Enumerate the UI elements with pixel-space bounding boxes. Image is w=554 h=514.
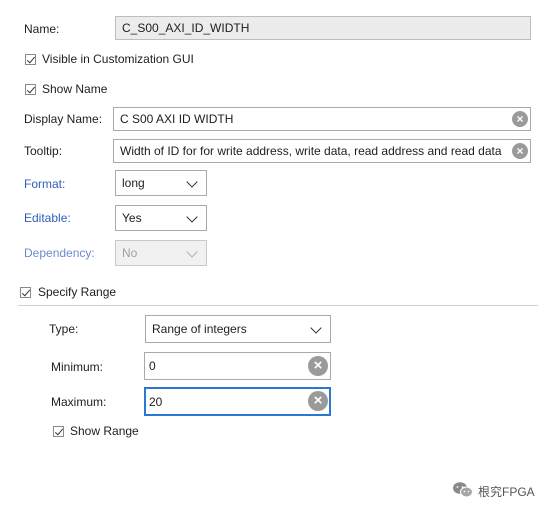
chevron-down-icon	[186, 211, 198, 223]
minimum-value: 0	[149, 359, 156, 373]
dependency-label[interactable]: Dependency:	[24, 246, 95, 260]
clear-tooltip-icon[interactable]: ×	[512, 143, 528, 159]
display-name-value: C S00 AXI ID WIDTH	[120, 112, 234, 126]
editable-dropdown[interactable]: Yes	[115, 205, 207, 231]
range-type-dropdown[interactable]: Range of integers	[145, 315, 331, 343]
check-icon	[26, 54, 36, 64]
maximum-value: 20	[149, 394, 163, 409]
chevron-down-icon	[310, 322, 322, 334]
minimum-label: Minimum:	[51, 360, 104, 374]
tooltip-value: Width of ID for for write address, write…	[120, 144, 502, 158]
display-name-label: Display Name:	[24, 112, 103, 126]
visible-in-gui-label[interactable]: Visible in Customization GUI	[42, 52, 194, 66]
editable-label[interactable]: Editable:	[24, 211, 71, 225]
tooltip-label: Tooltip:	[24, 144, 63, 158]
chevron-down-icon	[186, 176, 198, 188]
minimum-field[interactable]: 0	[144, 352, 331, 380]
specify-range-checkbox[interactable]	[20, 287, 31, 298]
dependency-dropdown: No	[115, 240, 207, 266]
specify-range-label[interactable]: Specify Range	[38, 285, 116, 299]
name-value: C_S00_AXI_ID_WIDTH	[122, 21, 250, 35]
show-range-checkbox[interactable]	[53, 426, 64, 437]
format-dropdown[interactable]: long	[115, 170, 207, 196]
name-label: Name:	[24, 22, 60, 36]
chevron-down-icon	[186, 246, 198, 258]
wechat-icon	[453, 482, 473, 498]
clear-display-name-icon[interactable]: ×	[512, 111, 528, 127]
show-name-label[interactable]: Show Name	[42, 82, 107, 96]
visible-in-gui-checkbox[interactable]	[25, 54, 36, 65]
check-icon	[54, 426, 64, 436]
watermark-text: 根究FPGA	[478, 485, 535, 499]
display-name-field[interactable]: C S00 AXI ID WIDTH	[113, 107, 531, 131]
dependency-value: No	[122, 246, 138, 260]
editable-value: Yes	[122, 211, 142, 225]
range-separator	[18, 305, 538, 306]
show-range-label[interactable]: Show Range	[70, 424, 139, 438]
range-type-value: Range of integers	[152, 322, 247, 336]
clear-minimum-icon[interactable]: ×	[308, 356, 328, 376]
range-type-label: Type:	[49, 322, 79, 336]
format-label[interactable]: Format:	[24, 177, 65, 191]
clear-maximum-icon[interactable]: ×	[308, 391, 328, 411]
check-icon	[21, 287, 31, 297]
show-name-checkbox[interactable]	[25, 84, 36, 95]
format-value: long	[122, 176, 145, 190]
tooltip-field[interactable]: Width of ID for for write address, write…	[113, 139, 531, 163]
maximum-label: Maximum:	[51, 395, 107, 409]
maximum-field[interactable]: 20	[144, 387, 331, 416]
check-icon	[26, 84, 36, 94]
name-field[interactable]: C_S00_AXI_ID_WIDTH	[115, 16, 531, 40]
